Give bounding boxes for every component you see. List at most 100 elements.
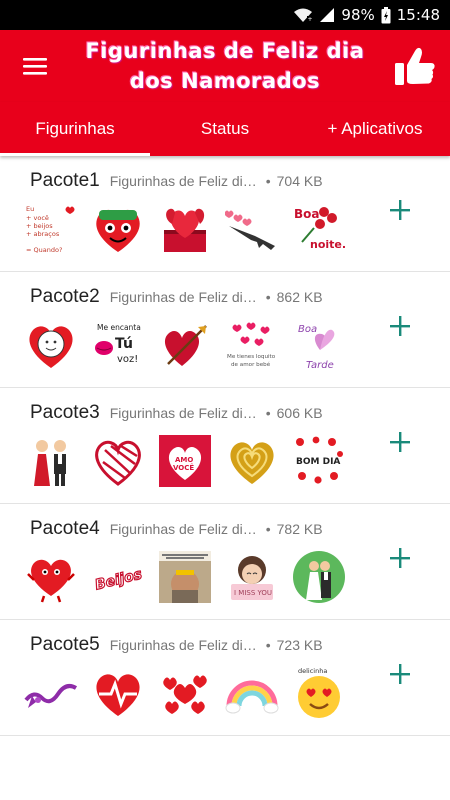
pack-separator: • bbox=[265, 173, 271, 189]
tab-bar: Figurinhas Status + Aplicativos bbox=[0, 102, 450, 156]
sticker-bom-dia[interactable]: BOM DIA bbox=[292, 434, 346, 488]
pack-name: Pacote4 bbox=[30, 518, 100, 539]
pack-description: Figurinhas de Feliz dia dos Namorados bbox=[109, 637, 260, 653]
svg-text:+: + bbox=[308, 16, 313, 23]
pack-item[interactable]: Pacote2 Figurinhas de Feliz dia dos Namo… bbox=[0, 272, 450, 388]
sticker-heart-doodle[interactable] bbox=[24, 318, 78, 372]
svg-text:= Quando?: = Quando? bbox=[26, 246, 62, 254]
svg-text:Beijos: Beijos bbox=[94, 566, 144, 593]
sticker-meme-photo[interactable] bbox=[158, 550, 212, 604]
svg-text:Boa: Boa bbox=[294, 207, 320, 221]
sticker-heart-gun[interactable] bbox=[225, 202, 279, 256]
sticker-boa-noite[interactable]: Boa noite. bbox=[292, 202, 346, 256]
sticker-heartbeat-heart[interactable] bbox=[91, 666, 145, 720]
hamburger-icon bbox=[23, 58, 47, 75]
add-pack-button[interactable] bbox=[384, 426, 416, 458]
sticker-preview-row: Me encanta Tú voz! Me tienes loquito de amo… bbox=[24, 318, 346, 372]
pack-item[interactable]: Pacote4 Figurinhas de Feliz dia dos Namo… bbox=[0, 504, 450, 620]
pack-header: Pacote2 Figurinhas de Feliz dia dos Namo… bbox=[30, 286, 323, 308]
svg-text:Me encanta: Me encanta bbox=[97, 323, 141, 332]
svg-text:Tarde: Tarde bbox=[306, 360, 334, 371]
pack-separator: • bbox=[265, 637, 271, 653]
pack-description: Figurinhas de Feliz dia dos Namorados bbox=[109, 173, 260, 189]
pack-size: 704 KB bbox=[276, 173, 323, 189]
sticker-heart-arrow[interactable] bbox=[158, 318, 212, 372]
pack-item[interactable]: Pacote5 Figurinhas de Feliz dia dos Namo… bbox=[0, 620, 450, 736]
plus-icon bbox=[390, 316, 410, 336]
sticker-wedding-circle[interactable] bbox=[292, 550, 346, 604]
sticker-rainbow[interactable] bbox=[225, 666, 279, 720]
pack-separator: • bbox=[265, 289, 271, 305]
svg-text:Boa: Boa bbox=[298, 324, 317, 335]
pack-separator: • bbox=[265, 521, 271, 537]
svg-text:noite.: noite. bbox=[310, 238, 346, 251]
pack-size: 723 KB bbox=[276, 637, 323, 653]
sticker-heart-box[interactable] bbox=[158, 202, 212, 256]
svg-text:de amor bebé: de amor bebé bbox=[231, 361, 271, 368]
pack-description: Figurinhas de Feliz dia dos Namorados bbox=[109, 521, 260, 537]
status-bar: + 98% 15:48 bbox=[0, 0, 450, 30]
sticker-beijos[interactable]: Beijos bbox=[91, 550, 145, 604]
sticker-purple-ribbon[interactable] bbox=[24, 666, 78, 720]
menu-button[interactable] bbox=[0, 30, 70, 102]
pack-item[interactable]: Pacote3 Figurinhas de Feliz dia dos Namo… bbox=[0, 388, 450, 504]
add-pack-button[interactable] bbox=[384, 658, 416, 690]
sticker-me-encanta[interactable]: Me encanta Tú voz! bbox=[91, 318, 145, 372]
sticker-scribble-heart[interactable] bbox=[91, 434, 145, 488]
plus-icon bbox=[390, 432, 410, 452]
pack-name: Pacote5 bbox=[30, 634, 100, 655]
battery-icon bbox=[381, 6, 391, 24]
sticker-amo-voce[interactable]: AMO VOCÊ bbox=[158, 434, 212, 488]
signal-icon bbox=[319, 7, 335, 23]
pack-name: Pacote2 bbox=[30, 286, 100, 307]
add-pack-button[interactable] bbox=[384, 310, 416, 342]
battery-percentage: 98% bbox=[341, 6, 375, 24]
tab-status[interactable]: Status bbox=[150, 102, 300, 156]
wifi-icon: + bbox=[293, 7, 313, 23]
app-title: Figurinhas de Feliz dia dos Namorados bbox=[70, 36, 380, 96]
pack-separator: • bbox=[265, 405, 271, 421]
svg-text:Tú: Tú bbox=[115, 336, 133, 352]
pack-size: 862 KB bbox=[276, 289, 323, 305]
thumbs-up-icon bbox=[395, 47, 435, 85]
pack-header: Pacote5 Figurinhas de Feliz dia dos Namo… bbox=[30, 634, 323, 656]
sticker-preview-row: Eu + você + beijos + abraços = Quando? B… bbox=[24, 202, 346, 256]
svg-text:VOCÊ: VOCÊ bbox=[173, 463, 194, 472]
sticker-miss-you[interactable]: I MISS YOU bbox=[225, 550, 279, 604]
svg-text:+ você: + você bbox=[26, 214, 49, 222]
clock: 15:48 bbox=[396, 6, 440, 24]
svg-text:I MISS YOU: I MISS YOU bbox=[234, 589, 272, 597]
plus-icon bbox=[390, 200, 410, 220]
app-title-line2: dos Namorados bbox=[129, 69, 321, 93]
tab-figurinhas[interactable]: Figurinhas bbox=[0, 102, 150, 156]
tab-aplicativos[interactable]: + Aplicativos bbox=[300, 102, 450, 156]
app-title-line1: Figurinhas de Feliz dia bbox=[85, 39, 365, 63]
pack-header: Pacote1 Figurinhas de Feliz dia dos Namo… bbox=[30, 170, 323, 192]
sticker-preview-row: Beijos I MISS YOU bbox=[24, 550, 346, 604]
pack-name: Pacote1 bbox=[30, 170, 100, 191]
svg-text:BOM DIA: BOM DIA bbox=[296, 457, 340, 467]
sticker-text-note[interactable]: Eu + você + beijos + abraços = Quando? bbox=[24, 202, 78, 256]
sticker-heart-face[interactable] bbox=[91, 202, 145, 256]
svg-text:Eu: Eu bbox=[26, 205, 34, 213]
like-button[interactable] bbox=[380, 30, 450, 102]
sticker-heart-eyes-emoji[interactable]: delicinha bbox=[292, 666, 346, 720]
app-bar: Figurinhas de Feliz dia dos Namorados bbox=[0, 30, 450, 102]
pack-list: Pacote1 Figurinhas de Feliz dia dos Namo… bbox=[0, 156, 450, 736]
svg-text:delicinha: delicinha bbox=[298, 667, 327, 675]
add-pack-button[interactable] bbox=[384, 194, 416, 226]
pack-item[interactable]: Pacote1 Figurinhas de Feliz dia dos Namo… bbox=[0, 156, 450, 272]
pack-name: Pacote3 bbox=[30, 402, 100, 423]
sticker-gold-heart[interactable] bbox=[225, 434, 279, 488]
pack-header: Pacote3 Figurinhas de Feliz dia dos Namo… bbox=[30, 402, 323, 424]
pack-header: Pacote4 Figurinhas de Feliz dia dos Namo… bbox=[30, 518, 323, 540]
sticker-boa-tarde[interactable]: Boa Tarde bbox=[292, 318, 346, 372]
sticker-hearts-cluster[interactable] bbox=[158, 666, 212, 720]
sticker-couple[interactable] bbox=[24, 434, 78, 488]
add-pack-button[interactable] bbox=[384, 542, 416, 574]
sticker-heart-character[interactable] bbox=[24, 550, 78, 604]
plus-icon bbox=[390, 664, 410, 684]
svg-text:voz!: voz! bbox=[117, 354, 138, 365]
sticker-te-tienes-loquito[interactable]: Me tienes loquito de amor bebé bbox=[225, 318, 279, 372]
sticker-preview-row: delicinha bbox=[24, 666, 346, 720]
